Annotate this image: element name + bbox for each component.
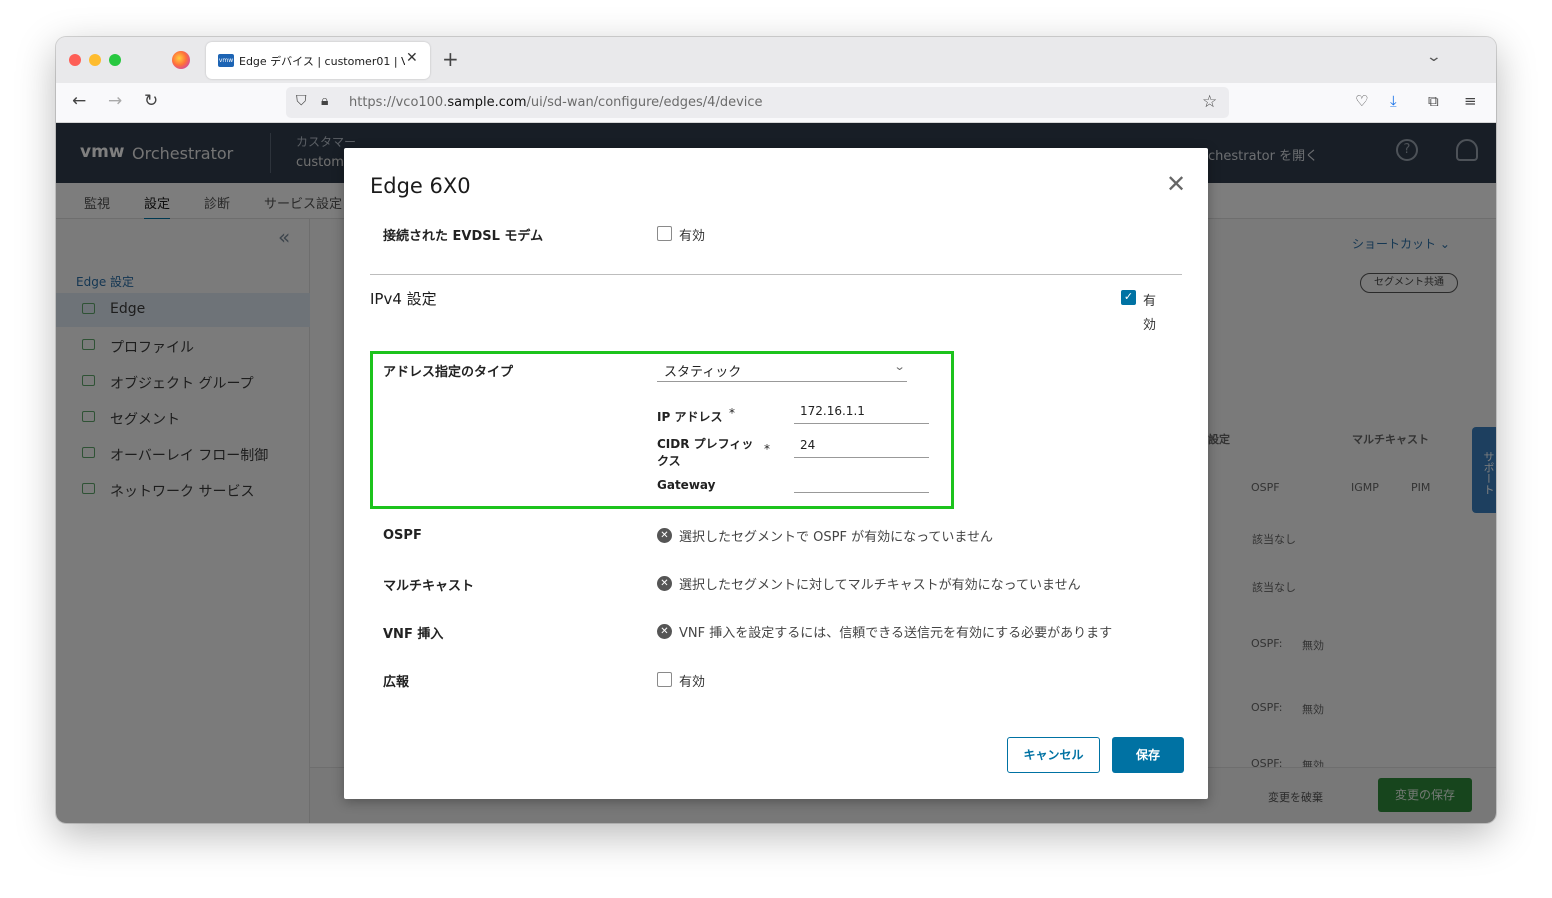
shield-icon[interactable]: ⛉ [296, 93, 307, 109]
ip-address-label: IP アドレス [657, 410, 723, 424]
ip-address-input[interactable]: 172.16.1.1 [794, 400, 929, 424]
edge-settings-modal: Edge 6X0 ✕ 接続された EVDSL モデム 有効 IPv4 設定 ✓ … [344, 148, 1208, 799]
new-tab-button[interactable]: + [442, 47, 459, 71]
addressing-type-value: スタティック [664, 365, 742, 380]
evdsl-label: 接続された EVDSL モデム [383, 229, 544, 244]
evdsl-enabled-label: 有効 [679, 229, 706, 244]
tab-list-chevron-icon[interactable]: ⌄ [1426, 49, 1442, 65]
minimize-window-button[interactable] [89, 54, 101, 66]
save-button[interactable]: 保存 [1112, 737, 1184, 773]
reload-icon[interactable]: ↻ [144, 91, 158, 111]
close-circle-icon: ✕ [657, 528, 672, 543]
ospf-status: 選択したセグメントで OSPF が有効になっていません [679, 530, 994, 545]
back-icon[interactable]: ← [72, 91, 86, 111]
ipv4-enabled-checkbox[interactable]: ✓ [1121, 290, 1136, 305]
addressing-type-label: アドレス指定のタイプ [383, 365, 514, 380]
vnf-status: VNF 挿入を設定するには、信頼できる送信元を有効にする必要があります [679, 626, 1113, 641]
evdsl-checkbox[interactable] [657, 226, 672, 241]
vnf-label: VNF 挿入 [383, 627, 444, 642]
advertise-label: 広報 [383, 675, 410, 690]
forward-icon[interactable]: → [108, 91, 122, 111]
advertise-enabled-label: 有効 [679, 675, 706, 690]
close-circle-icon: ✕ [657, 576, 672, 591]
gateway-input[interactable] [794, 469, 929, 493]
ipv4-section-title: IPv4 設定 [370, 290, 437, 308]
close-window-button[interactable] [69, 54, 81, 66]
firefox-icon [172, 51, 190, 69]
bookmark-star-icon[interactable]: ☆ [1202, 92, 1217, 112]
addressing-type-select[interactable]: スタティック ⌄ [657, 358, 907, 382]
section-divider [370, 274, 1182, 275]
browser-tab[interactable]: vmw Edge デバイス | customer01 | VMware ✕ [206, 42, 430, 79]
pocket-icon[interactable]: ♡ [1355, 92, 1368, 110]
vmware-favicon-icon: vmw [218, 54, 234, 67]
ipv4-enabled-label: 有効 [1143, 294, 1157, 333]
multicast-status: 選択したセグメントに対してマルチキャストが有効になっていません [679, 578, 1081, 593]
cidr-label-line2: クス [657, 454, 681, 468]
multicast-label: マルチキャスト [383, 579, 475, 594]
tab-close-icon[interactable]: ✕ [406, 50, 418, 66]
extensions-icon[interactable]: ⧉ [1428, 92, 1439, 110]
gateway-label: Gateway [657, 478, 716, 492]
maximize-window-button[interactable] [109, 54, 121, 66]
advertise-checkbox[interactable] [657, 672, 672, 687]
chevron-down-icon: ⌄ [893, 360, 906, 373]
close-icon[interactable]: ✕ [1166, 172, 1186, 196]
required-mark: * [764, 442, 770, 456]
url-text[interactable]: https://vco100.sample.com/ui/sd-wan/conf… [349, 95, 763, 110]
navigation-bar: ← → ↻ ⛉ 🔒︎ https://vco100.sample.com/ui/… [56, 83, 1496, 123]
required-mark: * [729, 406, 735, 420]
tab-title: Edge デバイス | customer01 | VMware [239, 55, 405, 68]
url-bar[interactable]: ⛉ 🔒︎ https://vco100.sample.com/ui/sd-wan… [286, 87, 1229, 118]
lock-icon[interactable]: 🔒︎ [321, 93, 328, 109]
cidr-prefix-input[interactable]: 24 [794, 434, 929, 458]
modal-title: Edge 6X0 [370, 174, 471, 198]
cidr-label-line1: CIDR プレフィッ [657, 437, 754, 451]
tab-strip: vmw Edge デバイス | customer01 | VMware ✕ + … [56, 37, 1496, 83]
ospf-label: OSPF [383, 528, 422, 543]
menu-icon[interactable]: ≡ [1464, 92, 1477, 110]
download-icon[interactable]: ⤓ [1390, 92, 1397, 110]
close-circle-icon: ✕ [657, 624, 672, 639]
cancel-button[interactable]: キャンセル [1007, 737, 1100, 773]
